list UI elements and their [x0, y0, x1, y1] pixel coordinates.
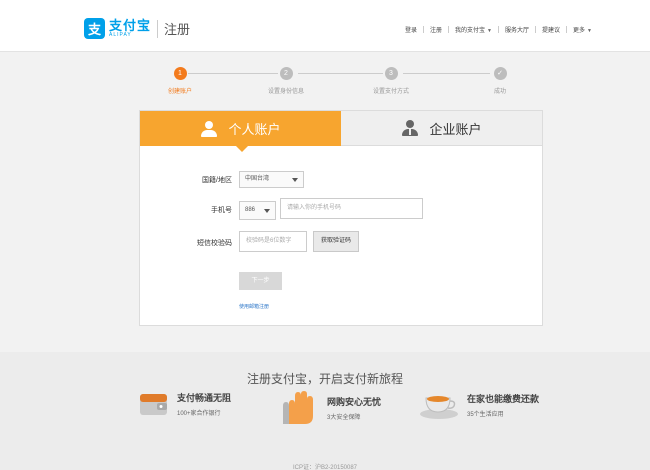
sms-code-input[interactable]: 校验码是6位数字 [239, 231, 307, 252]
page-title: 注册 [164, 22, 191, 37]
step-payment: 3 设置支付方式 [361, 64, 421, 95]
tab-personal-account[interactable]: 个人账户 [140, 111, 341, 146]
logo-cn-text: 支付宝 [109, 18, 152, 33]
phone-input[interactable]: 请输入你的手机号码 [280, 198, 423, 219]
footer-slogan: 注册支付宝，开启支付新旅程 [246, 372, 403, 386]
logo-text: 支付宝 ALIPAY [109, 19, 151, 38]
registration-card: 个人账户 企业账户 国籍/地区 中国台湾 手机号 886 请输入你的手机号码 短… [139, 110, 543, 326]
active-tab-pointer [236, 146, 248, 152]
feature-subtitle: 3大安全保障 [327, 415, 361, 421]
chevron-down-icon: ▼ [587, 28, 592, 34]
feature-text: 网购安心无忧 3大安全保障 [327, 395, 381, 421]
sms-code-label: 短信校验码 [197, 240, 232, 247]
feature-text: 支付畅通无阻 100+家合作银行 [177, 391, 231, 417]
tab-enterprise-label: 企业账户 [429, 121, 482, 137]
alipay-logo-icon: 支 [84, 18, 105, 39]
region-value: 中国台湾 [245, 176, 270, 182]
step-number: 1 [173, 67, 187, 80]
feature-bills: 在家也能缴费还款 35个生活应用 [419, 390, 539, 420]
top-nav: 登录 注册 我的支付宝 ▼ 服务大厅 提建议 更多 ▼ [405, 25, 592, 34]
step-label: 成功 [493, 89, 506, 95]
feature-title: 在家也能缴费还款 [467, 394, 540, 404]
nav-divider [535, 26, 537, 33]
feature-title: 网购安心无忧 [327, 397, 382, 407]
person-icon [200, 120, 218, 137]
nav-divider [448, 26, 450, 33]
checkmark-icon: ✓ [493, 67, 507, 80]
feature-title: 支付畅通无阻 [177, 393, 232, 403]
tab-personal-label: 个人账户 [228, 122, 281, 137]
phone-label: 手机号 [211, 207, 232, 214]
teacup-icon [420, 396, 458, 419]
step-number: 2 [279, 67, 293, 80]
top-header: 支 支付宝 ALIPAY 注册 登录 注册 我的支付宝 ▼ 服务大厅 提建议 更多… [0, 0, 650, 52]
caret-down-icon [292, 178, 298, 182]
nav-my-alipay-label: 我的支付宝 [455, 28, 486, 34]
feature-subtitle: 35个生活应用 [467, 412, 504, 418]
nav-feedback[interactable]: 提建议 [542, 25, 560, 34]
registration-steps: 1 创建账户 2 设置身份信息 3 设置支付方式 ✓ 成功 [160, 64, 510, 98]
region-select[interactable]: 中国台湾 [239, 171, 304, 188]
nav-login[interactable]: 登录 [405, 25, 417, 34]
step-create-account: 1 创建账户 [150, 64, 210, 95]
logo-divider [157, 19, 159, 38]
nav-more-label: 更多 [573, 28, 586, 34]
tab-enterprise-account[interactable]: 企业账户 [341, 111, 542, 146]
step-success: ✓ 成功 [470, 64, 530, 95]
account-type-tabs: 个人账户 企业账户 [140, 111, 542, 152]
email-register-link[interactable]: 使用邮箱注册 [239, 303, 269, 310]
get-sms-code-button[interactable]: 获取验证码 [313, 231, 359, 252]
icp-license: ICP证：沪B2-20150087 [292, 465, 358, 470]
nav-my-alipay[interactable]: 我的支付宝 ▼ [455, 25, 492, 34]
phone-country-code-select[interactable]: 886 [239, 201, 276, 220]
nav-divider [423, 26, 425, 33]
logo-en-text: ALIPAY [109, 32, 132, 38]
step-label: 创建账户 [167, 89, 192, 95]
nav-divider [498, 26, 499, 33]
nav-more[interactable]: 更多 ▼ [573, 25, 592, 34]
step-label: 设置支付方式 [372, 89, 409, 95]
business-person-icon [401, 120, 419, 136]
nav-register[interactable]: 注册 [430, 25, 442, 34]
alipay-logo[interactable]: 支 支付宝 ALIPAY 注册 [84, 18, 190, 39]
step-label: 设置身份信息 [267, 89, 304, 95]
hand-icon [283, 391, 313, 424]
nav-service-hall[interactable]: 服务大厅 [505, 25, 529, 34]
feature-text: 在家也能缴费还款 35个生活应用 [467, 392, 539, 418]
feature-security: 网购安心无忧 3大安全保障 [281, 390, 381, 426]
nav-divider [566, 26, 568, 33]
feature-subtitle: 100+家合作银行 [177, 411, 221, 417]
next-step-button[interactable]: 下一步 [239, 272, 282, 290]
region-label: 国籍/地区 [202, 177, 232, 184]
step-identity: 2 设置身份信息 [256, 64, 316, 95]
step-number: 3 [384, 67, 398, 80]
promo-footer: 注册支付宝，开启支付新旅程 支付畅通无阻 100+家合作银行 网购安心无忧 3大… [0, 352, 650, 470]
phone-code-value: 886 [245, 207, 256, 213]
caret-down-icon [264, 209, 270, 213]
feature-payment: 支付畅通无阻 100+家合作银行 [139, 390, 231, 418]
chevron-down-icon: ▼ [487, 28, 492, 34]
wallet-icon [140, 394, 167, 415]
